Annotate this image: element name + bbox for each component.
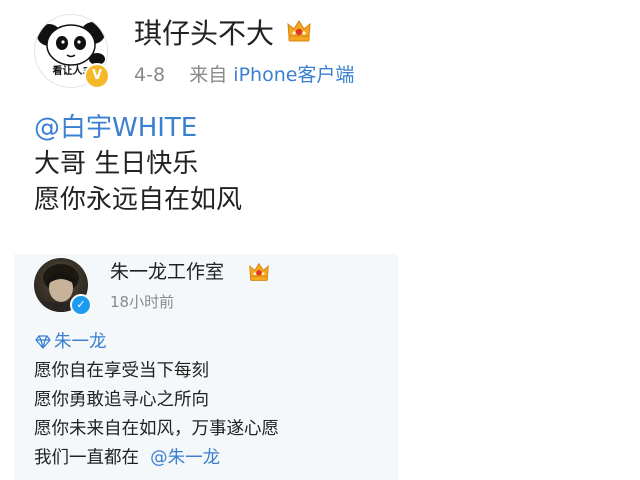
weibo-post-2: ✓ 朱一龙工作室 18小时前 朱一龙 愿你自在享受当下每刻 愿你勇敢追寻心之所向… <box>14 254 398 480</box>
post-line: 我们一直都在 @朱一龙 <box>34 444 279 473</box>
vip-crown-icon[interactable] <box>248 261 270 283</box>
username[interactable]: 琪仔头不大 <box>134 16 274 52</box>
verified-badge-icon: ✓ <box>70 294 92 316</box>
mention-link[interactable]: @白宇WHITE <box>34 110 242 146</box>
weibo-post-1: 看让人3 V 琪仔头不大 4-8 来自 iPhone客户端 @白宇WHITE 大… <box>0 0 640 240</box>
screenshot-page: 看让人3 V 琪仔头不大 4-8 来自 iPhone客户端 @白宇WHITE 大… <box>0 0 640 480</box>
post-line: 愿你未来自在如风，万事遂心愿 <box>34 419 279 439</box>
post-line-text: 我们一直都在 <box>34 448 139 468</box>
super-topic-tag[interactable]: 朱一龙 <box>34 328 279 357</box>
vip-crown-icon[interactable] <box>286 18 312 44</box>
post-time: 18小时前 <box>110 293 175 311</box>
post-line: 愿你勇敢追寻心之所向 <box>34 390 209 410</box>
post-body: @白宇WHITE 大哥 生日快乐 愿你永远自在如风 <box>34 110 242 218</box>
post-line: 大哥 生日快乐 <box>34 149 199 179</box>
username[interactable]: 朱一龙工作室 <box>110 258 224 286</box>
post-line: 愿你永远自在如风 <box>34 185 243 215</box>
mention-link[interactable]: @朱一龙 <box>150 448 220 468</box>
diamond-icon <box>35 335 51 349</box>
tag-label: 朱一龙 <box>54 332 107 352</box>
source-prefix: 来自 <box>189 64 228 86</box>
source-app-link[interactable]: iPhone客户端 <box>233 64 354 86</box>
post-date: 4-8 <box>134 64 166 86</box>
verified-badge-icon: V <box>84 63 110 89</box>
post-body: 朱一龙 愿你自在享受当下每刻 愿你勇敢追寻心之所向 愿你未来自在如风，万事遂心愿… <box>34 328 279 473</box>
post-meta: 4-8 来自 iPhone客户端 <box>134 62 354 88</box>
post-line: 愿你自在享受当下每刻 <box>34 361 209 381</box>
